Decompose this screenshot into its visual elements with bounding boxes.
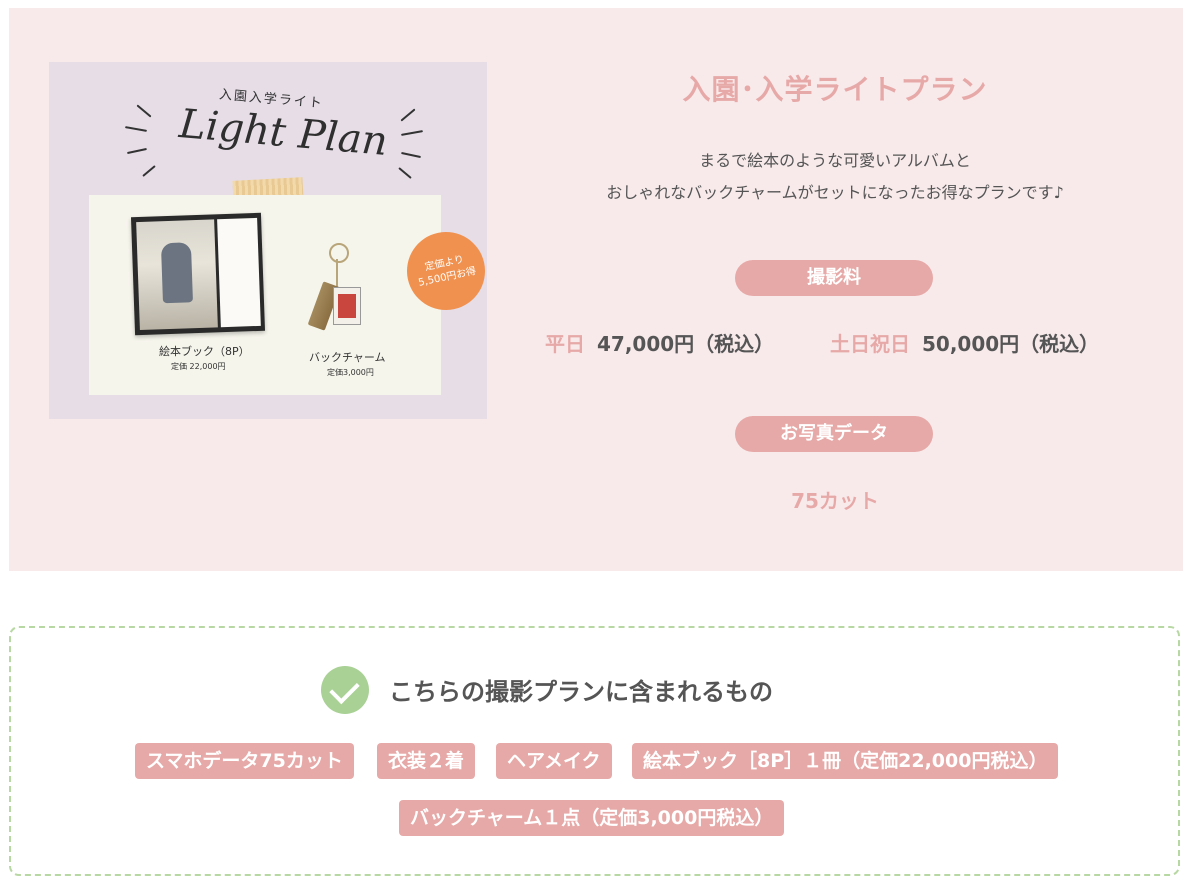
burst-line	[398, 167, 412, 179]
plan-image: 入園入学ライト Light Plan 絵本ブック（8P） 定価 22,000円 …	[49, 62, 487, 419]
included-item-tag: スマホデータ75カット	[135, 743, 354, 779]
burst-line	[400, 108, 416, 122]
included-item-tag: 衣装２着	[377, 743, 476, 779]
charm-chain	[336, 259, 338, 289]
burst-line	[400, 130, 424, 136]
burst-line	[142, 165, 156, 177]
book-label: 絵本ブック（8P）	[159, 345, 250, 358]
description-line: まるで絵本のような可愛いアルバムと	[699, 151, 971, 170]
included-item-tag: バックチャーム１点（定価3,000円税込）	[399, 800, 785, 836]
shooting-fee-label: 撮影料	[735, 260, 933, 296]
book-page	[217, 217, 261, 328]
weekend-label: 土日祝日	[830, 332, 910, 356]
included-title: こちらの撮影プランに含まれるもの	[389, 678, 773, 706]
plan-description: まるで絵本のような可愛いアルバムと おしゃれなバックチャームがセットになったお得…	[520, 145, 1150, 209]
weekday-price: 平日 47,000円（税込）	[545, 328, 774, 357]
bag-charm-photo	[303, 243, 373, 335]
weekend-price: 土日祝日 50,000円（税込）	[830, 328, 1099, 357]
included-items-panel: こちらの撮影プランに含まれるもの スマホデータ75カット 衣装２着 ヘアメイク …	[9, 626, 1180, 876]
burst-line	[401, 151, 421, 159]
charm-frame	[333, 287, 361, 325]
plan-title: 入園･入学ライトプラン	[682, 73, 988, 106]
included-item-tag: 絵本ブック［8P］１冊（定価22,000円税込）	[632, 743, 1059, 779]
child-photo	[136, 219, 218, 331]
weekday-label: 平日	[545, 332, 585, 356]
description-line: おしゃれなバックチャームがセットになったお得なプランです♪	[606, 183, 1064, 202]
book-price: 定価 22,000円	[171, 362, 226, 371]
burst-line	[127, 147, 147, 155]
charm-label: バックチャーム	[309, 351, 386, 364]
product-paper: 絵本ブック（8P） 定価 22,000円 バックチャーム 定価3,000円	[89, 195, 441, 395]
photo-cuts: 75カット	[791, 489, 879, 513]
included-item-tag: ヘアメイク	[496, 743, 612, 779]
picture-book-photo	[130, 212, 266, 336]
charm-ring	[329, 243, 349, 263]
weekday-price-value: 47,000円（税込）	[597, 332, 775, 356]
burst-line	[136, 104, 152, 118]
photo-data-label: お写真データ	[735, 416, 933, 452]
check-icon	[321, 666, 369, 714]
burst-line	[124, 126, 148, 132]
charm-price: 定価3,000円	[327, 368, 374, 377]
weekend-price-value: 50,000円（税込）	[922, 332, 1100, 356]
logo-title: Light Plan	[177, 100, 390, 166]
